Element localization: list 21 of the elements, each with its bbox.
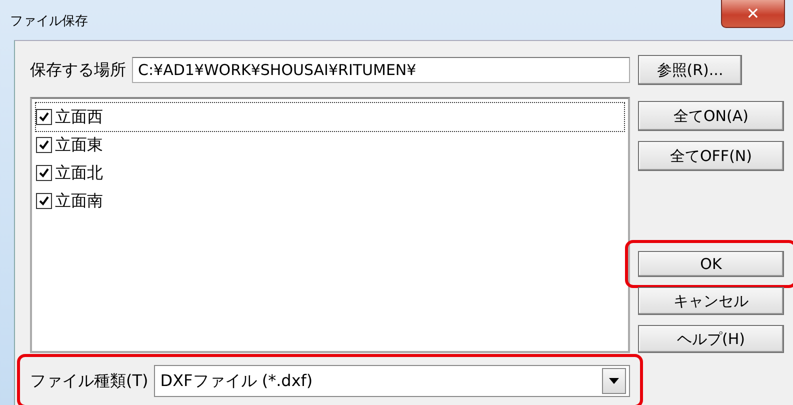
location-field[interactable]: C:¥AD1¥WORK¥SHOUSAI¥RITUMEN¥ xyxy=(132,57,630,83)
file-type-dropdown[interactable]: DXFファイル (*.dxf) xyxy=(154,365,630,397)
browse-button[interactable]: 参照(R)... xyxy=(638,55,742,85)
list-item[interactable]: 立面東 xyxy=(55,134,103,156)
checkbox[interactable] xyxy=(36,193,52,209)
list-item[interactable]: 立面南 xyxy=(55,190,103,212)
dialog-button[interactable]: キャンセル xyxy=(638,287,784,315)
checkbox[interactable] xyxy=(36,165,52,181)
toggle-button[interactable]: 全てOFF(N) xyxy=(638,141,784,171)
location-label: 保存する場所 xyxy=(30,60,126,80)
list-item[interactable]: 立面北 xyxy=(55,162,103,184)
dropdown-arrow-icon xyxy=(609,378,619,384)
close-button[interactable]: ✕ xyxy=(721,0,785,28)
list-item[interactable]: 立面西 xyxy=(55,106,103,128)
window-title: ファイル保存 xyxy=(10,13,88,30)
dialog-button[interactable]: OK xyxy=(638,251,784,277)
toggle-button[interactable]: 全てON(A) xyxy=(638,101,784,131)
dialog-button[interactable]: ヘルプ(H) xyxy=(638,325,784,353)
file-type-label: ファイル種類(T) xyxy=(30,370,148,392)
checkbox[interactable] xyxy=(36,109,52,125)
checkbox[interactable] xyxy=(36,137,52,153)
